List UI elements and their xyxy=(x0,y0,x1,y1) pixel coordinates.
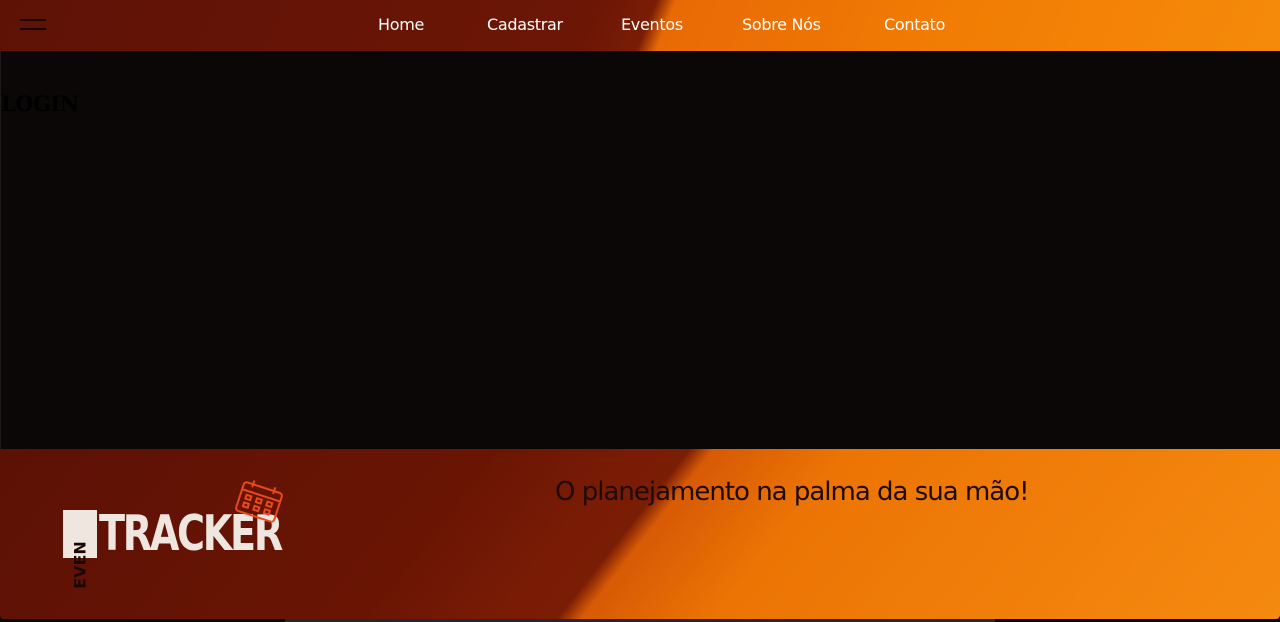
calendar-icon xyxy=(235,480,283,523)
nav-link-home[interactable]: Home xyxy=(378,15,424,34)
nav-link-sobre-nos[interactable]: Sobre Nós xyxy=(742,15,821,34)
login-title: LOGIN xyxy=(1,91,79,116)
page: Home Cadastrar Eventos Sobre Nós Contato… xyxy=(0,0,1280,622)
top-navbar: Home Cadastrar Eventos Sobre Nós Contato xyxy=(0,0,1280,51)
main-nav: Home Cadastrar Eventos Sobre Nós Contato xyxy=(0,0,1280,51)
footer-banner: EVEN TRACKER O planejamento na palma da … xyxy=(0,449,1280,619)
nav-link-eventos[interactable]: Eventos xyxy=(621,15,683,34)
logo-even-block: EVEN xyxy=(63,510,97,589)
logo-small-word: EVEN xyxy=(70,541,90,589)
footer-slogan: O planejamento na palma da sua mão! xyxy=(555,477,1030,507)
login-section: LOGIN xyxy=(0,51,1280,449)
nav-link-contato[interactable]: Contato xyxy=(884,15,945,34)
eventracker-logo: EVEN TRACKER xyxy=(63,479,287,589)
nav-link-cadastrar[interactable]: Cadastrar xyxy=(487,15,563,34)
